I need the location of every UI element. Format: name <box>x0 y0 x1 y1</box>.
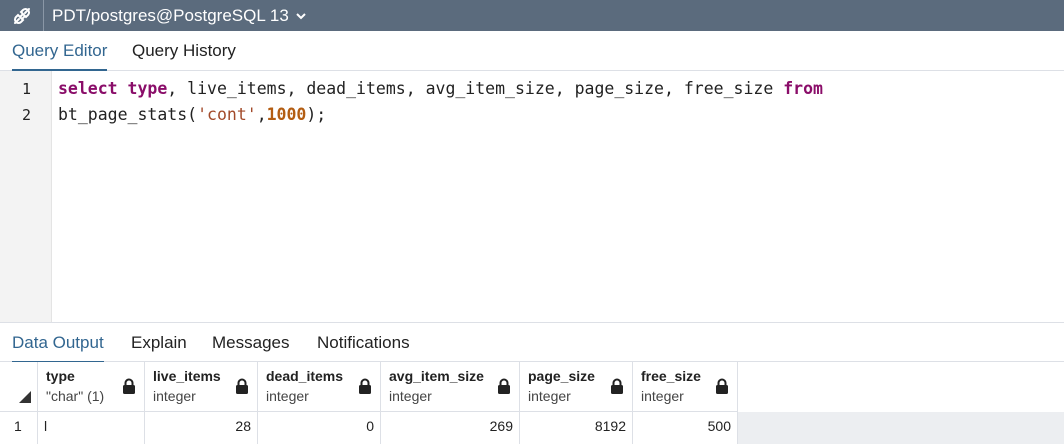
resize-corner-icon <box>19 390 31 408</box>
results-grid: type "char" (1) live_items integer dead_… <box>0 362 1064 445</box>
keyword-type: type <box>127 79 168 98</box>
tab-messages[interactable]: Messages <box>212 323 289 363</box>
row-number[interactable]: 1 <box>0 412 38 444</box>
grid-header-row: type "char" (1) live_items integer dead_… <box>0 362 1064 412</box>
table-row: 1 l 28 0 269 8192 500 <box>0 412 1064 444</box>
line-number: 1 <box>21 80 31 98</box>
tab-query-editor[interactable]: Query Editor <box>12 31 108 72</box>
lock-icon <box>610 378 624 399</box>
statement-end: ); <box>306 105 327 124</box>
comma: , <box>256 105 267 124</box>
column-header-type[interactable]: type "char" (1) <box>38 362 145 412</box>
tab-query-history[interactable]: Query History <box>132 31 236 71</box>
cell-page-size[interactable]: 8192 <box>520 412 633 444</box>
cell-avg-item-size[interactable]: 269 <box>381 412 520 444</box>
connection-plug-icon[interactable] <box>0 0 44 31</box>
column-header-dead-items[interactable]: dead_items integer <box>258 362 381 412</box>
tab-notifications[interactable]: Notifications <box>317 323 410 363</box>
lock-icon <box>358 378 372 399</box>
column-header-page-size[interactable]: page_size integer <box>520 362 633 412</box>
output-tabs: Data Output Explain Messages Notificatio… <box>0 322 1064 364</box>
connection-bar: PDT/postgres@PostgreSQL 13 <box>0 0 1064 31</box>
row-number-header[interactable] <box>0 362 38 412</box>
sql-editor[interactable]: 1 2 select type, live_items, dead_items,… <box>0 71 1064 322</box>
column-list: , live_items, dead_items, avg_item_size,… <box>167 79 784 98</box>
line-number-gutter: 1 2 <box>0 71 52 322</box>
tab-explain[interactable]: Explain <box>131 323 187 363</box>
code-line-1[interactable]: select type, live_items, dead_items, avg… <box>58 79 823 98</box>
tab-data-output[interactable]: Data Output <box>12 323 104 364</box>
keyword-from: from <box>783 79 823 98</box>
editor-tabs: Query Editor Query History <box>0 31 1064 72</box>
keyword-select: select <box>58 79 118 98</box>
lock-icon <box>235 378 249 399</box>
cell-dead-items[interactable]: 0 <box>258 412 381 444</box>
lock-icon <box>497 378 511 399</box>
cell-type[interactable]: l <box>38 412 145 444</box>
column-header-live-items[interactable]: live_items integer <box>145 362 258 412</box>
column-header-avg-item-size[interactable]: avg_item_size integer <box>381 362 520 412</box>
string-literal: 'cont' <box>197 105 257 124</box>
line-number: 2 <box>21 106 31 124</box>
chevron-down-icon[interactable] <box>295 11 307 21</box>
connection-title[interactable]: PDT/postgres@PostgreSQL 13 <box>52 6 289 26</box>
cell-live-items[interactable]: 28 <box>145 412 258 444</box>
number-literal: 1000 <box>266 105 307 124</box>
cell-free-size[interactable]: 500 <box>633 412 738 444</box>
lock-icon <box>122 378 136 399</box>
column-header-free-size[interactable]: free_size integer <box>633 362 738 412</box>
code-line-2[interactable]: bt_page_stats('cont',1000); <box>58 105 326 124</box>
lock-icon <box>715 378 729 399</box>
function-call: bt_page_stats( <box>58 105 198 124</box>
